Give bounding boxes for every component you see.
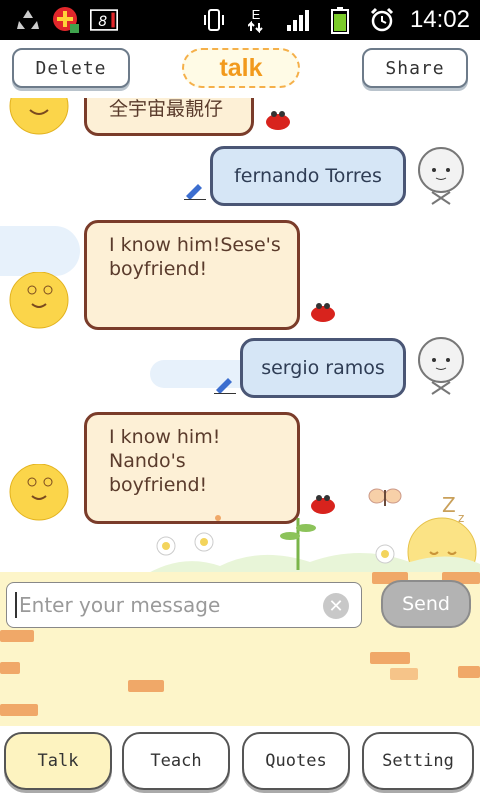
pencil-icon [184,184,206,200]
composer: Enter your message ✕ Send [0,572,480,726]
tab-quotes[interactable]: Quotes [242,732,350,790]
bot-avatar [8,271,70,334]
bot-avatar [8,98,70,144]
vibrate-icon [200,6,228,34]
brick-decoration [370,652,410,664]
brick-decoration [0,630,34,642]
plus-badge-icon [52,6,80,34]
alarm-icon [368,6,396,34]
text-cursor [15,592,17,618]
ladybug-icon [311,303,335,322]
message-bubble: sergio ramos [240,338,406,398]
clock-time: 14:02 [409,6,470,33]
bottom-tab-bar: Talk Teach Quotes Setting [0,726,480,800]
message-bubble: fernando Torres [210,146,406,206]
brick-decoration [0,704,38,716]
signal-icon [284,6,312,34]
data-arrows-icon: E [242,6,270,34]
user-avatar [414,146,468,210]
battery-icon [326,6,354,34]
send-button[interactable]: Send [381,580,471,628]
cloud-decoration [0,226,80,276]
brick-decoration [458,666,480,678]
user-avatar [414,336,468,400]
recycle-icon [14,6,42,34]
brick-decoration [390,668,418,680]
status-bar: 8 E 14:02 [0,0,480,40]
delete-button[interactable]: Delete [12,48,130,88]
message-text: sergio ramos [261,357,385,379]
notification-count-icon: 8 [90,6,118,34]
message-bubble: 全宇宙最靚仔 [84,98,254,136]
ladybug-icon [266,111,290,130]
message-text: I know him! Nando's boyfriend! [109,426,221,496]
brick-decoration [0,662,20,674]
brick-decoration [128,680,164,692]
tab-setting[interactable]: Setting [362,732,474,790]
message-input[interactable]: Enter your message ✕ [6,582,362,628]
message-input-placeholder: Enter your message [19,593,221,617]
pencil-icon [214,378,236,394]
share-button[interactable]: Share [362,48,468,88]
clear-input-icon[interactable]: ✕ [323,593,349,619]
notification-count: 8 [98,14,107,30]
message-text: 全宇宙最靚仔 [109,98,224,120]
chat-area[interactable]: 全宇宙最靚仔 fernando Torres I know him!Sese's… [0,98,480,578]
talk-title: talk [182,48,300,88]
tab-talk[interactable]: Talk [4,732,112,790]
bot-avatar [8,463,70,526]
message-text: fernando Torres [234,165,382,187]
network-type-label: E [251,6,261,22]
flower-meadow [140,515,480,578]
top-toolbar: Delete talk Share [0,40,480,98]
message-bubble: I know him!Sese's boyfriend! [84,220,300,330]
message-text: I know him!Sese's boyfriend! [109,234,281,280]
tab-teach[interactable]: Teach [122,732,230,790]
